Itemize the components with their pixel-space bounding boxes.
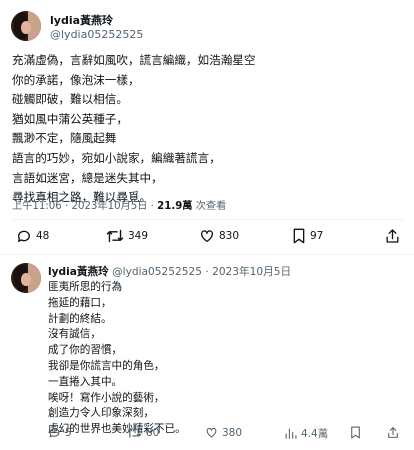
post-line: 飄渺不定，隨風起舞 xyxy=(12,131,117,146)
reply-line: 一直捲入其中。 xyxy=(48,375,123,388)
share-icon xyxy=(385,228,400,244)
meta-separator: · xyxy=(150,201,154,212)
reply-reply-button[interactable]: 5 xyxy=(48,426,72,439)
post-line: 言語如迷宮，總是迷失其中， xyxy=(12,170,163,185)
retweet-button[interactable]: 349 xyxy=(106,228,148,244)
meta-separator: · xyxy=(205,266,209,278)
reply-views-button[interactable]: 4.4萬 xyxy=(284,426,328,441)
reply-count: 48 xyxy=(36,230,50,242)
author-display-name[interactable]: lydia黃燕玲 xyxy=(50,12,113,28)
retweet-count: 349 xyxy=(128,230,149,242)
share-icon xyxy=(387,426,399,439)
reply-display-name[interactable]: lydia黃燕玲 xyxy=(48,266,109,278)
share-button[interactable] xyxy=(385,228,400,244)
reply-count: 5 xyxy=(65,426,72,439)
post-line: 充滿虛偽，言辭如風吹，謊言編織，如浩瀚星空 xyxy=(12,53,256,67)
post-line: 你的承諾，像泡沫一樣， xyxy=(12,72,140,87)
retweet-icon xyxy=(127,426,142,439)
divider xyxy=(0,254,414,255)
reply-button[interactable]: 48 xyxy=(16,228,49,244)
post-time[interactable]: 上午11:06 xyxy=(12,201,62,212)
bookmark-icon xyxy=(292,228,306,244)
reply-line: 匪夷所思的行為 xyxy=(48,281,123,293)
author-avatar[interactable] xyxy=(11,11,41,41)
reply-author-avatar[interactable] xyxy=(11,263,41,293)
author-handle[interactable]: @lydia05252525 xyxy=(50,28,143,41)
divider xyxy=(12,219,404,220)
reply-line: 沒有誠信， xyxy=(48,328,101,341)
post-text: 充滿虛偽，言辭如風吹，謊言編織，如浩瀚星空 你的承諾，像泡沫一樣， 碰觸即破，難… xyxy=(12,51,407,208)
post-date[interactable]: 2023年10月5日 xyxy=(71,201,147,212)
heart-icon xyxy=(205,426,218,439)
views-label: 次查看 xyxy=(195,201,227,212)
reply-icon xyxy=(16,228,32,244)
post-line: 碰觸即破，難以相信。 xyxy=(12,92,128,107)
reply-header: lydia黃燕玲 @lydia05252525 · 2023年10月5日 xyxy=(48,264,291,279)
bookmark-button[interactable]: 97 xyxy=(292,228,323,244)
reply-icon xyxy=(48,426,61,439)
post-line: 猶如風中蒲公英種子， xyxy=(12,111,128,126)
views-count: 4.4萬 xyxy=(301,428,329,440)
reply-line: 唉呀！寫作小說的藝術， xyxy=(48,391,165,404)
retweet-count: 80 xyxy=(146,426,160,439)
analytics-icon xyxy=(284,427,297,440)
post-meta: 上午11:06 · 2023年10月5日 · 21.9萬 次查看 xyxy=(12,197,226,212)
reply-text: 匪夷所思的行為 拖延的藉口， 計劃的終結。 沒有誠信， 成了你的習慣， 我卻是你… xyxy=(48,280,398,438)
reply-line: 計劃的終結。 xyxy=(48,312,112,325)
like-count: 830 xyxy=(219,230,240,242)
reply-line: 成了你的習慣， xyxy=(48,344,123,357)
reply-line: 拖延的藉口， xyxy=(48,296,112,309)
bookmark-count: 97 xyxy=(310,230,324,242)
bookmark-icon xyxy=(350,426,361,439)
reply-share-button[interactable] xyxy=(387,426,399,439)
like-count: 380 xyxy=(222,426,243,439)
reply-line: 我卻是你謊言中的角色， xyxy=(48,359,165,372)
reply-like-button[interactable]: 380 xyxy=(205,426,242,439)
meta-separator: · xyxy=(64,201,69,212)
retweet-icon xyxy=(106,228,124,244)
heart-icon xyxy=(199,228,215,244)
reply-bookmark-button[interactable] xyxy=(350,426,361,439)
post-line: 語言的巧妙，宛如小說家，編織著謊言， xyxy=(12,150,221,165)
reply-handle[interactable]: @lydia05252525 xyxy=(112,266,202,278)
reply-line: 創造力令人印象深刻， xyxy=(48,407,154,420)
like-button[interactable]: 830 xyxy=(199,228,239,244)
reply-retweet-button[interactable]: 80 xyxy=(127,426,159,439)
views-count: 21.9萬 xyxy=(157,201,193,212)
reply-date[interactable]: 2023年10月5日 xyxy=(212,266,291,278)
